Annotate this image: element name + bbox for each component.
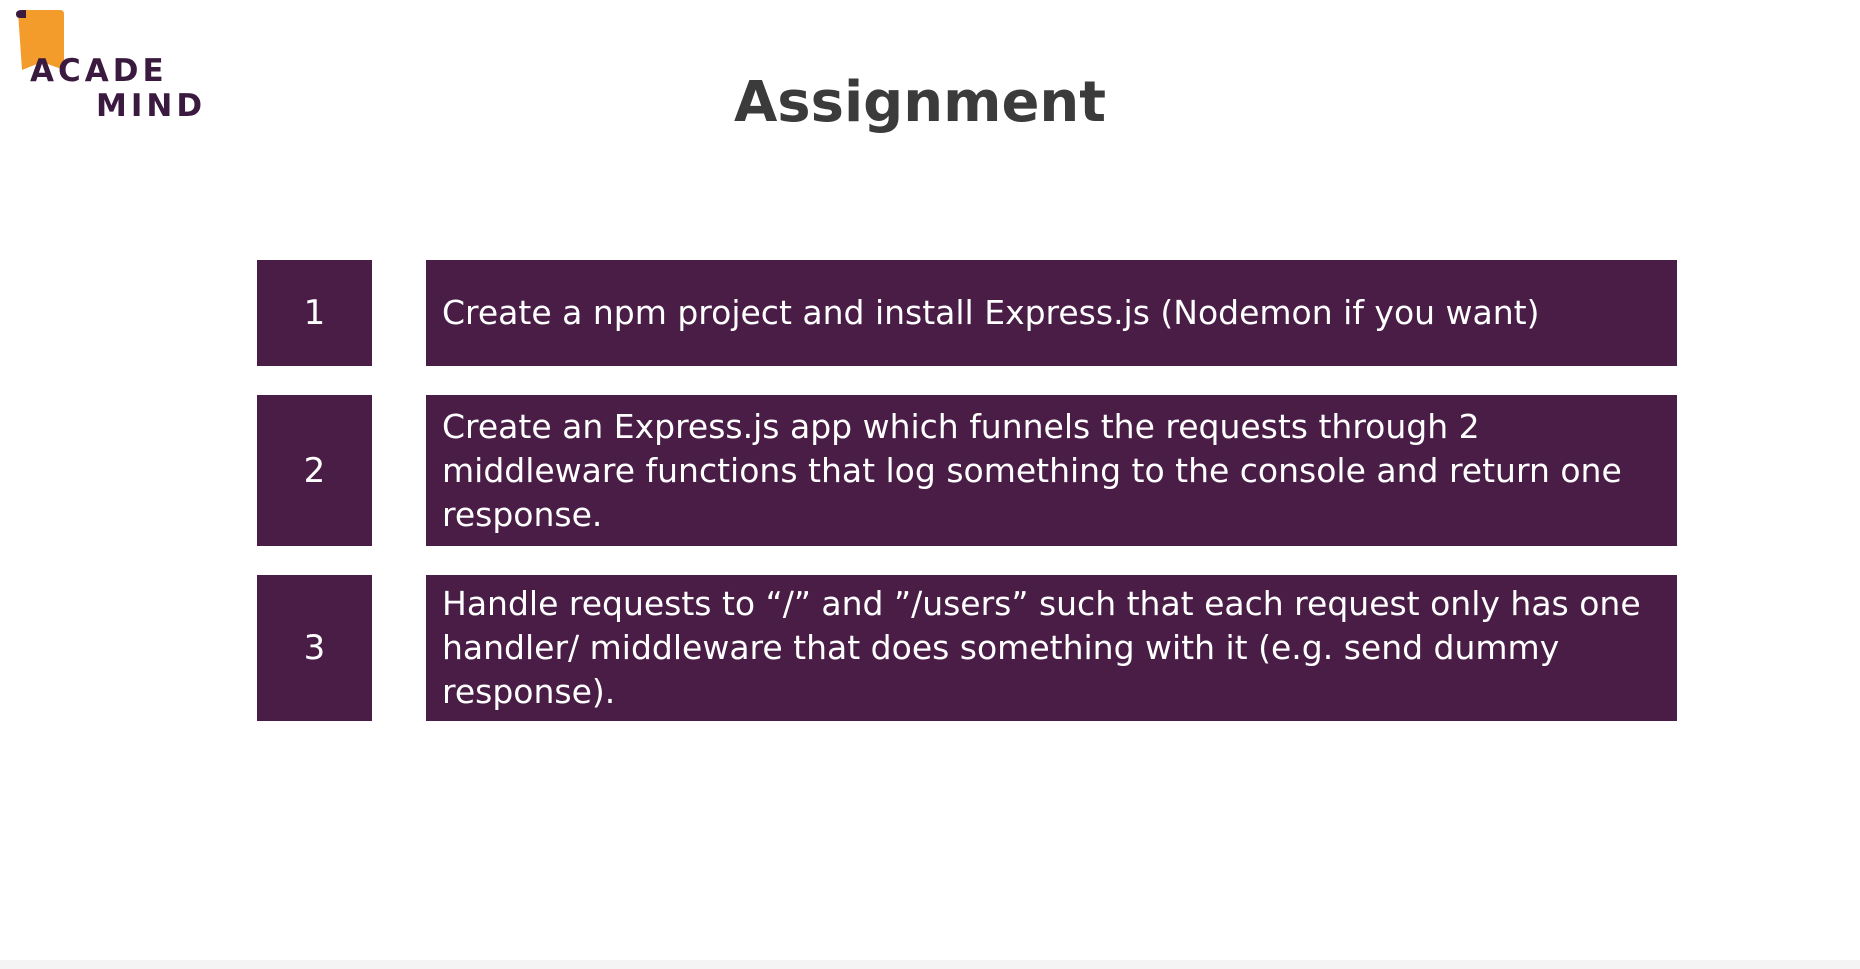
task-text: Handle requests to “/” and ”/users” such… bbox=[442, 584, 1641, 711]
task-text: Create a npm project and install Express… bbox=[442, 293, 1540, 332]
task-text-box: Create a npm project and install Express… bbox=[426, 260, 1677, 366]
task-row: 3 Handle requests to “/” and ”/users” su… bbox=[257, 575, 1677, 721]
task-number: 3 bbox=[257, 575, 372, 721]
task-text-box: Create an Express.js app which funnels t… bbox=[426, 395, 1677, 546]
slide-title: Assignment bbox=[733, 70, 1107, 135]
task-text: Create an Express.js app which funnels t… bbox=[442, 406, 1622, 534]
task-number: 2 bbox=[257, 395, 372, 546]
task-text-box: Handle requests to “/” and ”/users” such… bbox=[426, 575, 1677, 721]
task-row: 1 Create a npm project and install Expre… bbox=[257, 260, 1677, 366]
task-number: 1 bbox=[257, 260, 372, 366]
bottom-divider bbox=[0, 960, 1860, 969]
task-row: 2 Create an Express.js app which funnels… bbox=[257, 395, 1677, 546]
